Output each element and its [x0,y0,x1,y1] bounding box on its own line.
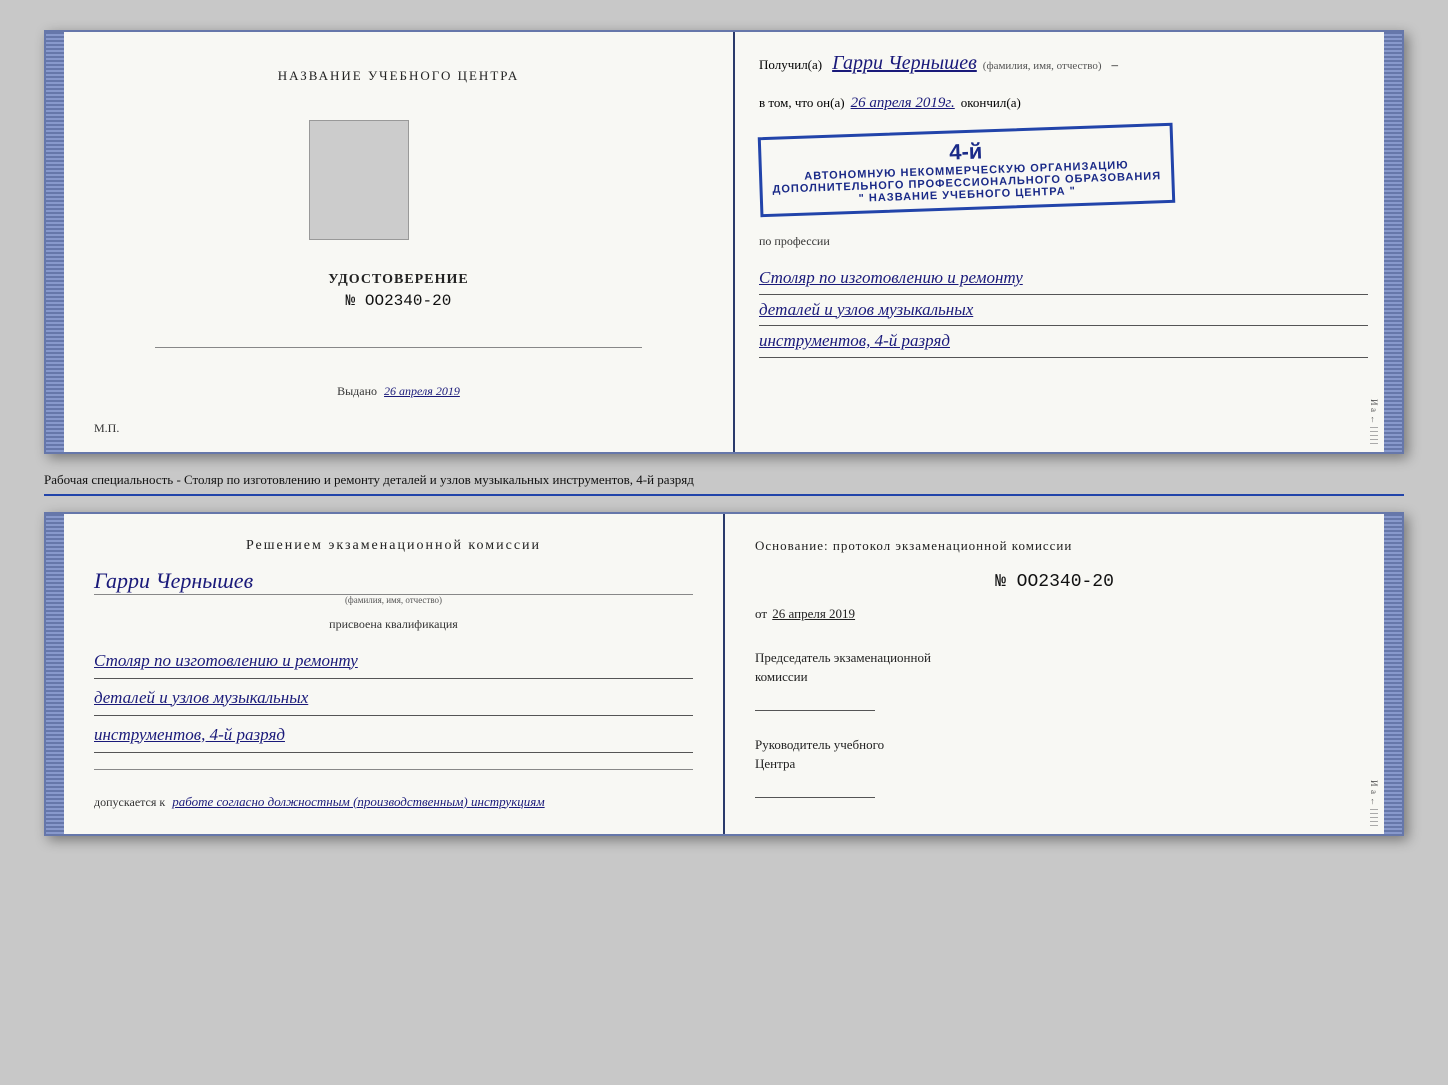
photo-placeholder [309,120,409,240]
resheniem-text: Решением экзаменационной комиссии [94,538,693,554]
edge-text-a: а [1369,408,1379,412]
okonchil: окончил(а) [961,95,1021,111]
vtom-date: 26 апреля 2019г. [851,95,955,112]
right-edge-deco2: И а ← [1364,514,1384,834]
udostoverenie-title: УДОСТОВЕРЕНИЕ [328,272,468,288]
edge-text-i: И [1369,399,1379,406]
mp-label: М.П. [94,421,119,436]
dopuskaetsya-block: допускается к работе согласно должностны… [94,794,693,810]
second-fio-label: (фамилия, имя, отчество) [94,595,693,605]
osnovanie-text: Основание: протокол экзаменационной коми… [755,538,1354,554]
profession-line2: деталей и узлов музыкальных [759,300,973,319]
predsedatel-block: Председатель экзаменационной комиссии [755,648,1354,711]
edge-text-arrow: ← [1369,415,1379,424]
rukovoditel-signature [755,778,875,798]
vtom-prefix: в том, что он(а) [759,95,845,111]
ot-date-value: 26 апреля 2019 [772,606,855,621]
bottom-left-texture [46,514,64,834]
ot-date-line: от 26 апреля 2019 [755,606,1354,622]
ot-prefix: от [755,606,767,621]
vydano-date: 26 апреля 2019 [384,384,460,398]
po-professii-label: по профессии [759,234,1368,249]
edge2-text-a: а [1369,790,1379,794]
profession-line3: инструментов, 4-й разряд [759,331,950,350]
vydano-label: Выдано [337,384,377,398]
protocol-number: № OO2340-20 [755,572,1354,592]
edge2-text-arrow: ← [1369,797,1379,806]
kvalif-line1: Столяр по изготовлению и ремонту [94,651,358,670]
second-left-page: Решением экзаменационной комиссии Гарри … [64,514,725,834]
predsedatel-line1: Председатель экзаменационной [755,648,1354,668]
right-edge-deco: И а ← [1364,32,1384,452]
predsedatel-line2: комиссии [755,667,1354,687]
edge2-text-i: И [1369,780,1379,787]
doc-caption: Рабочая специальность - Столяр по изгото… [44,470,1404,496]
left-texture [46,32,64,452]
dash1: – [1111,57,1118,73]
dopusk-text: работе согласно должностным (производств… [172,794,544,809]
stamp-container: 4-й АВТОНОМНУЮ НЕКОММЕРЧЕСКУЮ ОРГАНИЗАЦИ… [759,130,1368,210]
fio-handwritten: Гарри Чернышев [832,52,977,75]
predsedatel-signature [755,691,875,711]
rukovoditel-block: Руководитель учебного Центра [755,735,1354,798]
fio-subtitle: (фамилия, имя, отчество) [983,60,1102,72]
stamp-box: 4-й АВТОНОМНУЮ НЕКОММЕРЧЕСКУЮ ОРГАНИЗАЦИ… [758,123,1175,217]
profession-block: Столяр по изготовлению и ремонту деталей… [759,259,1368,358]
vydano-line: Выдано 26 апреля 2019 [337,384,460,399]
fio-block: Гарри Чернышев (фамилия, имя, отчество) [94,568,693,605]
rukovoditel-line1: Руководитель учебного [755,735,1354,755]
second-right-page: Основание: протокол экзаменационной коми… [725,514,1384,834]
kvalif-line2: деталей и узлов музыкальных [94,688,308,707]
kvalif-block: Столяр по изготовлению и ремонту деталей… [94,640,693,753]
prisvoena-text: присвоена квалификация [94,617,693,632]
left-page-title: НАЗВАНИЕ УЧЕБНОГО ЦЕНТРА [278,68,519,84]
bottom-right-texture [1384,514,1402,834]
second-fio: Гарри Чернышев [94,568,693,594]
poluchil-line: Получил(а) Гарри Чернышев (фамилия, имя,… [759,52,1368,75]
vtom-line: в том, что он(а) 26 апреля 2019г. окончи… [759,95,1368,112]
poluchil-label: Получил(а) [759,57,822,73]
kvalif-line3: инструментов, 4-й разряд [94,725,285,744]
rukovoditel-line2: Центра [755,754,1354,774]
profession-line1: Столяр по изготовлению и ремонту [759,268,1023,287]
udostoverenie-block: УДОСТОВЕРЕНИЕ № OO2340-20 [328,272,468,310]
right-texture [1384,32,1402,452]
dopuskaetsya-label: допускается к [94,795,165,809]
udostoverenie-number: № OO2340-20 [328,292,468,310]
